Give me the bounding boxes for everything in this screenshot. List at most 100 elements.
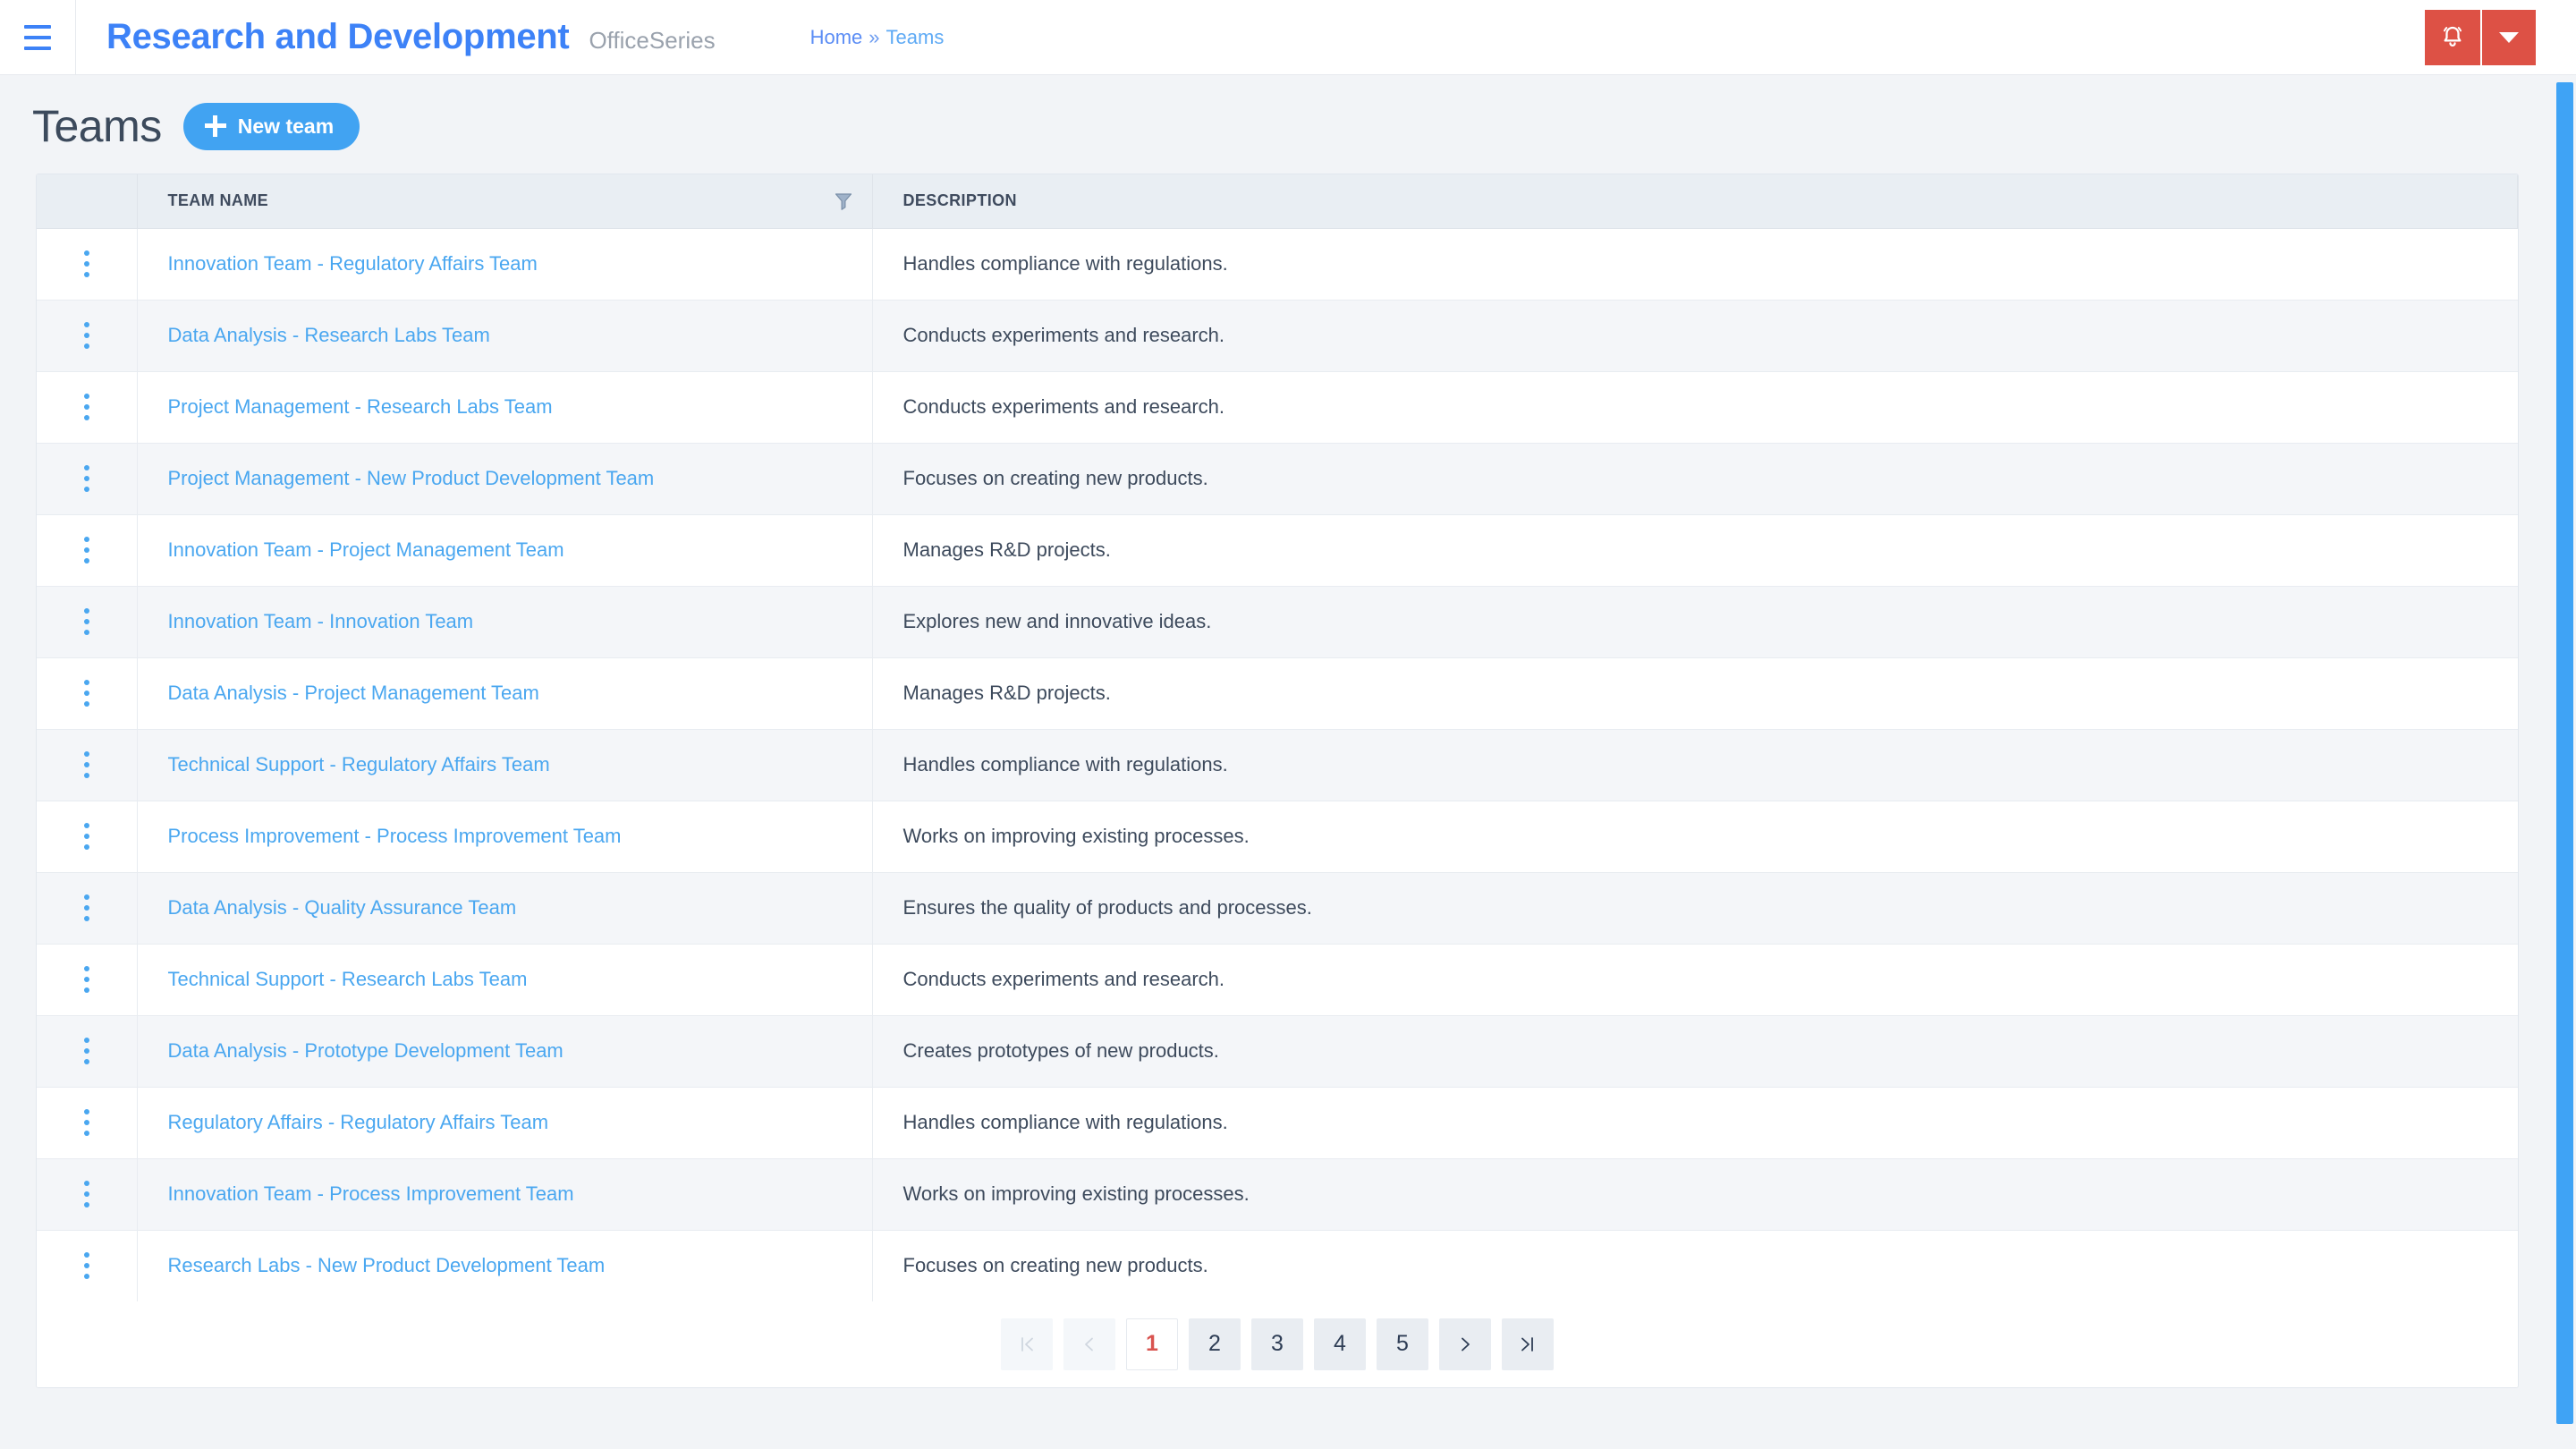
notifications-button[interactable]: [2425, 10, 2480, 65]
hamburger-line: [24, 46, 51, 50]
row-actions-cell: [37, 514, 138, 587]
next-page-icon: [1462, 1337, 1470, 1351]
team-description-cell: Works on improving existing processes.: [872, 1158, 2518, 1231]
kebab-menu-icon[interactable]: [37, 301, 137, 371]
table-row: Data Analysis - Research Labs Team Conduc…: [37, 300, 2518, 372]
kebab-dot: [84, 394, 89, 399]
kebab-menu-icon[interactable]: [37, 801, 137, 872]
team-name-link[interactable]: Research Labs - New Product Development …: [168, 1254, 606, 1276]
hamburger-menu-icon[interactable]: [0, 0, 75, 75]
kebab-dot: [84, 1191, 89, 1197]
team-name-link[interactable]: Project Management - New Product Develop…: [168, 467, 655, 489]
team-description-cell: Conducts experiments and research.: [872, 300, 2518, 372]
team-name-link[interactable]: Innovation Team - Innovation Team: [168, 610, 474, 632]
page-header: Teams New team: [0, 75, 2576, 152]
kebab-menu-icon[interactable]: [37, 1016, 137, 1087]
kebab-menu-icon[interactable]: [37, 229, 137, 300]
pagination: 1 2 3 4 5: [37, 1301, 2518, 1387]
team-name-link[interactable]: Data Analysis - Prototype Development Te…: [168, 1039, 564, 1062]
team-name-cell: Data Analysis - Prototype Development Te…: [137, 1015, 873, 1088]
kebab-menu-icon[interactable]: [37, 372, 137, 443]
page-scrollbar-track[interactable]: [2554, 75, 2576, 1449]
plus-icon: [204, 115, 226, 137]
kebab-dot: [84, 691, 89, 696]
team-name-link[interactable]: Data Analysis - Research Labs Team: [168, 324, 490, 346]
row-actions-cell: [37, 801, 138, 873]
kebab-dot: [84, 465, 89, 470]
kebab-menu-icon[interactable]: [37, 730, 137, 801]
team-name-cell: Data Analysis - Quality Assurance Team: [137, 872, 873, 945]
row-actions-cell: [37, 300, 138, 372]
kebab-dot: [84, 916, 89, 921]
pagination-first-button[interactable]: [1001, 1318, 1053, 1370]
kebab-dot: [84, 261, 89, 267]
table-row: Project Management - Research Labs Team C…: [37, 371, 2518, 444]
page-scrollbar-thumb[interactable]: [2556, 82, 2573, 1424]
team-name-cell: Data Analysis - Research Labs Team: [137, 300, 873, 372]
row-actions-cell: [37, 1015, 138, 1088]
team-name-link[interactable]: Innovation Team - Project Management Tea…: [168, 538, 564, 561]
kebab-menu-icon[interactable]: [37, 658, 137, 729]
team-name-link[interactable]: Data Analysis - Project Management Team: [168, 682, 539, 704]
kebab-dot: [84, 1181, 89, 1186]
team-name-link[interactable]: Technical Support - Research Labs Team: [168, 968, 528, 990]
teams-table-card: TEAM NAME DESCRIPTION Innovation Team - …: [36, 174, 2519, 1388]
kebab-dot: [84, 547, 89, 553]
kebab-dot: [84, 987, 89, 993]
team-name-link[interactable]: Project Management - Research Labs Team: [168, 395, 553, 418]
team-name-link[interactable]: Process Improvement - Process Improvemen…: [168, 825, 622, 847]
row-actions-cell: [37, 443, 138, 515]
pagination-last-button[interactable]: [1502, 1318, 1554, 1370]
kebab-dot: [84, 343, 89, 349]
team-description-cell: Conducts experiments and research.: [872, 371, 2518, 444]
table-row: Technical Support - Regulatory Affairs T…: [37, 729, 2518, 801]
kebab-dot: [84, 1038, 89, 1043]
kebab-menu-icon[interactable]: [37, 1231, 137, 1301]
kebab-dot: [84, 1048, 89, 1054]
new-team-button[interactable]: New team: [182, 102, 360, 150]
row-actions-cell: [37, 371, 138, 444]
pagination-page-4[interactable]: 4: [1314, 1318, 1366, 1370]
team-name-link[interactable]: Technical Support - Regulatory Affairs T…: [168, 753, 550, 775]
column-header-team-name-label: TEAM NAME: [167, 191, 269, 210]
table-row: Technical Support - Research Labs Team Co…: [37, 944, 2518, 1016]
breadcrumb-home-link[interactable]: Home: [810, 26, 863, 49]
kebab-menu-icon[interactable]: [37, 444, 137, 514]
pagination-page-1[interactable]: 1: [1126, 1318, 1178, 1370]
team-description-cell: Manages R&D projects.: [872, 657, 2518, 730]
kebab-dot: [84, 619, 89, 624]
kebab-menu-icon[interactable]: [37, 873, 137, 944]
pagination-next-button[interactable]: [1439, 1318, 1491, 1370]
team-name-link[interactable]: Innovation Team - Regulatory Affairs Tea…: [168, 252, 538, 275]
team-name-cell: Innovation Team - Project Management Tea…: [137, 514, 873, 587]
kebab-dot: [84, 1263, 89, 1268]
pagination-prev-button[interactable]: [1063, 1318, 1115, 1370]
user-dropdown-button[interactable]: [2480, 10, 2536, 65]
team-name-cell: Process Improvement - Process Improvemen…: [137, 801, 873, 873]
row-actions-cell: [37, 586, 138, 658]
table-row: Regulatory Affairs - Regulatory Affairs …: [37, 1087, 2518, 1159]
breadcrumb-current-teams[interactable]: Teams: [886, 26, 945, 49]
caret-down-icon: [2499, 32, 2519, 43]
table-row: Innovation Team - Process Improvement Te…: [37, 1158, 2518, 1231]
kebab-menu-icon[interactable]: [37, 945, 137, 1015]
column-header-actions: [37, 174, 138, 229]
kebab-menu-icon[interactable]: [37, 515, 137, 586]
kebab-menu-icon[interactable]: [37, 587, 137, 657]
pagination-page-3[interactable]: 3: [1251, 1318, 1303, 1370]
pagination-page-5[interactable]: 5: [1377, 1318, 1428, 1370]
kebab-dot: [84, 823, 89, 828]
team-name-link[interactable]: Innovation Team - Process Improvement Te…: [168, 1182, 574, 1205]
team-description-cell: Focuses on creating new products.: [902, 1254, 1208, 1276]
kebab-dot: [84, 844, 89, 850]
new-team-button-label: New team: [237, 114, 335, 138]
kebab-menu-icon[interactable]: [37, 1159, 137, 1230]
kebab-dot: [84, 272, 89, 277]
filter-funnel-icon[interactable]: [835, 191, 852, 211]
kebab-menu-icon[interactable]: [37, 1088, 137, 1158]
team-name-link[interactable]: Data Analysis - Quality Assurance Team: [168, 896, 517, 919]
pagination-page-2[interactable]: 2: [1189, 1318, 1241, 1370]
kebab-dot: [84, 630, 89, 635]
team-name-link[interactable]: Regulatory Affairs - Regulatory Affairs …: [168, 1111, 549, 1133]
kebab-dot: [84, 751, 89, 757]
